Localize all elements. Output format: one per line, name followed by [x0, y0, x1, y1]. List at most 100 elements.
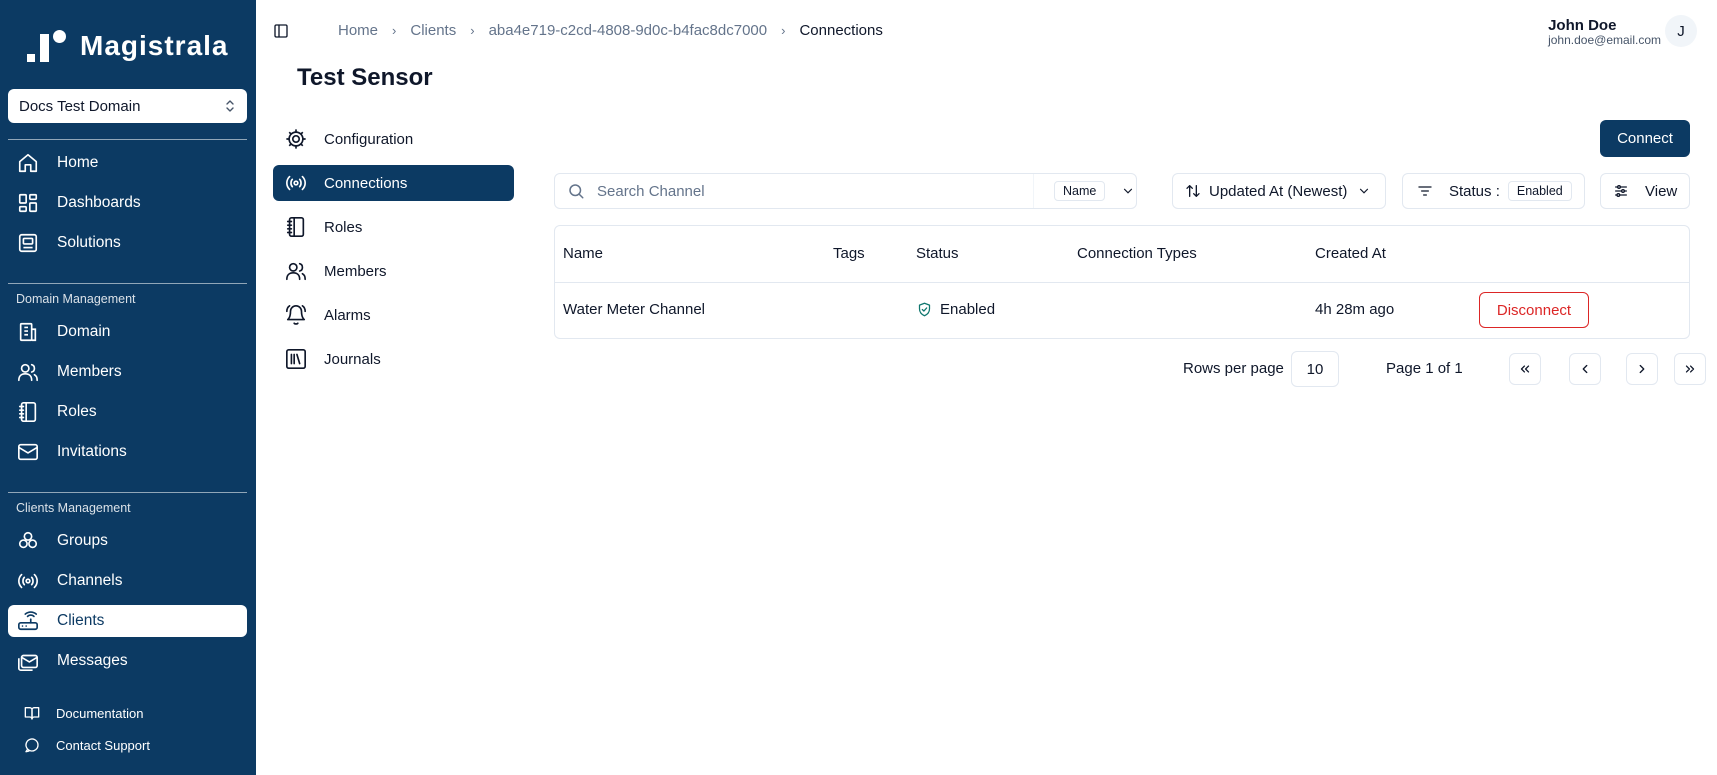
search-bar: Name — [554, 173, 1137, 209]
column-header-connection-types[interactable]: Connection Types — [1077, 245, 1197, 262]
solutions-icon — [16, 231, 40, 255]
chevron-right-icon: › — [781, 23, 786, 38]
sidebar-item-label: Members — [57, 363, 122, 380]
sidebar-item-domain[interactable]: Domain — [8, 316, 247, 348]
page-title: Test Sensor — [297, 64, 433, 91]
groups-icon — [16, 529, 40, 553]
sidebar-item-messages[interactable]: Messages — [8, 645, 247, 677]
status-filter-button[interactable]: Status : Enabled — [1402, 173, 1585, 209]
sort-button[interactable]: Updated At (Newest) — [1172, 173, 1386, 209]
sidebar-item-home[interactable]: Home — [8, 147, 247, 179]
view-label: View — [1645, 182, 1678, 200]
last-page-button[interactable] — [1674, 353, 1706, 385]
users-icon — [16, 360, 40, 384]
cell-created-at: 4h 28m ago — [1315, 301, 1395, 318]
sidebar-item-channels[interactable]: Channels — [8, 565, 247, 597]
column-header-tags[interactable]: Tags — [833, 245, 865, 262]
rows-per-page-label: Rows per page — [1183, 360, 1284, 377]
column-header-name[interactable]: Name — [563, 245, 603, 262]
cell-name: Water Meter Channel — [563, 301, 706, 318]
users-icon — [284, 259, 308, 283]
sidebar-item-groups[interactable]: Groups — [8, 525, 247, 557]
sliders-icon — [1615, 185, 1627, 197]
view-options-button[interactable]: View — [1600, 173, 1690, 209]
filter-icon — [1418, 186, 1432, 196]
cell-status: Enabled — [917, 301, 995, 318]
library-icon — [284, 347, 308, 371]
connections-table: Name Tags Status Connection Types Create… — [554, 225, 1690, 339]
column-header-status[interactable]: Status — [916, 245, 959, 262]
sort-arrows-icon — [1186, 185, 1200, 197]
sidebar-link-documentation[interactable]: Documentation — [24, 703, 143, 723]
bell-ring-icon — [284, 303, 308, 327]
connect-button[interactable]: Connect — [1600, 120, 1690, 157]
brand-logo[interactable]: Magistrala — [24, 28, 229, 64]
search-input[interactable] — [597, 182, 1027, 200]
column-header-created-at[interactable]: Created At — [1315, 245, 1386, 262]
breadcrumb-clients[interactable]: Clients — [410, 22, 456, 39]
dashboard-icon — [16, 191, 40, 215]
sidebar-item-solutions[interactable]: Solutions — [8, 227, 247, 259]
sidebar-item-clients[interactable]: Clients — [8, 605, 247, 637]
rows-per-page-select[interactable]: 10 — [1291, 351, 1339, 387]
sidebar-toggle-icon[interactable] — [273, 23, 289, 39]
next-page-button[interactable] — [1626, 353, 1658, 385]
sort-label: Updated At (Newest) — [1209, 182, 1348, 200]
tab-members[interactable]: Members — [273, 253, 514, 289]
tab-roles[interactable]: Roles — [273, 209, 514, 245]
messages-icon — [16, 649, 40, 673]
sidebar-item-label: Home — [57, 154, 99, 171]
breadcrumb-home[interactable]: Home — [338, 22, 378, 39]
user-name: John Doe — [1548, 17, 1617, 34]
shield-check-icon — [918, 302, 931, 317]
sidebar-item-label: Invitations — [57, 443, 127, 460]
building-icon — [16, 320, 40, 344]
sidebar-divider — [8, 492, 247, 493]
sidebar-item-label: Channels — [57, 572, 123, 589]
previous-page-button[interactable] — [1569, 353, 1601, 385]
search-field-select[interactable]: Name — [1033, 174, 1137, 208]
status-badge: Enabled — [940, 301, 996, 318]
tab-alarms[interactable]: Alarms — [273, 297, 514, 333]
sidebar-item-roles[interactable]: Roles — [8, 396, 247, 428]
user-info[interactable]: John Doe john.doe@email.com — [1548, 18, 1661, 47]
sidebar-item-dashboards[interactable]: Dashboards — [8, 187, 247, 219]
search-icon — [569, 184, 584, 199]
chevron-down-icon — [1124, 188, 1133, 194]
tab-label: Members — [324, 262, 387, 280]
tab-connections[interactable]: Connections — [273, 165, 514, 201]
status-filter-value: Enabled — [1507, 181, 1572, 201]
notebook-icon — [16, 400, 40, 424]
home-icon — [16, 151, 40, 175]
radio-icon — [284, 171, 308, 195]
user-email: john.doe@email.com — [1548, 33, 1661, 47]
sidebar-item-label: Groups — [57, 532, 108, 549]
notebook-icon — [284, 215, 308, 239]
tab-label: Roles — [324, 218, 363, 236]
sidebar-item-members[interactable]: Members — [8, 356, 247, 388]
section-label-domain: Domain Management — [16, 292, 136, 306]
tab-configuration[interactable]: Configuration — [273, 121, 514, 157]
breadcrumb-client-id[interactable]: aba4e719-c2cd-4808-9d0c-b4fac8dc7000 — [489, 22, 768, 39]
cog-icon — [284, 127, 308, 151]
tab-journals[interactable]: Journals — [273, 341, 514, 377]
sidebar-item-label: Domain — [57, 323, 111, 340]
sidebar-link-contact-support[interactable]: Contact Support — [24, 735, 150, 755]
table-row[interactable]: Water Meter Channel Enabled 4h 28m ago D… — [555, 283, 1689, 339]
avatar[interactable]: J — [1665, 15, 1697, 47]
sidebar-item-invitations[interactable]: Invitations — [8, 436, 247, 468]
footer-link-label: Contact Support — [56, 737, 150, 753]
footer-link-label: Documentation — [56, 705, 144, 721]
status-filter-label: Status : — [1449, 182, 1500, 200]
chevrons-left-icon — [1520, 365, 1530, 373]
first-page-button[interactable] — [1509, 353, 1541, 385]
tab-label: Connections — [324, 174, 408, 192]
chevrons-right-icon — [1685, 365, 1695, 373]
disconnect-button[interactable]: Disconnect — [1479, 292, 1589, 328]
sidebar-item-label: Roles — [57, 403, 97, 420]
radio-icon — [16, 569, 40, 593]
domain-selector-value: Docs Test Domain — [19, 97, 141, 115]
chevron-right-icon: › — [392, 23, 397, 38]
domain-selector[interactable]: Docs Test Domain — [8, 89, 247, 123]
search-field-value: Name — [1054, 181, 1106, 201]
